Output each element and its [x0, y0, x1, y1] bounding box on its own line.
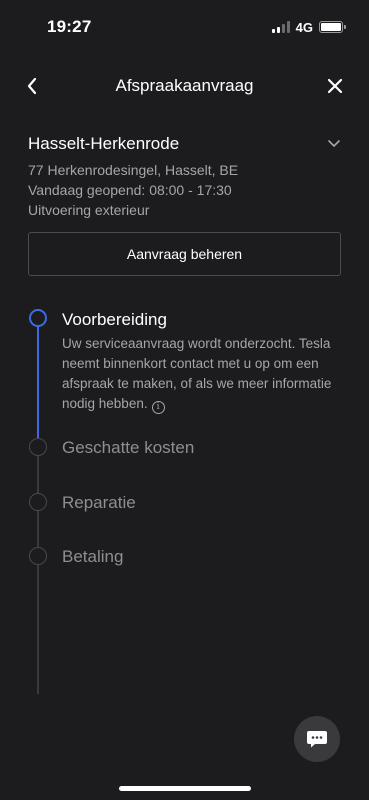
timeline-step-payment: Betaling — [0, 547, 369, 571]
close-button[interactable] — [321, 72, 349, 100]
step-indicator — [29, 547, 47, 565]
chevron-down-icon[interactable] — [326, 136, 342, 152]
timeline-step-repair: Reparatie — [0, 493, 369, 517]
network-label: 4G — [295, 19, 313, 35]
chat-button[interactable] — [294, 716, 340, 762]
chat-icon — [307, 731, 327, 748]
status-bar: 19:27 4G — [0, 0, 369, 54]
step-indicator — [29, 493, 47, 511]
back-button[interactable] — [18, 72, 46, 100]
header: Afspraakaanvraag — [0, 64, 369, 108]
step-title: Voorbereiding — [62, 310, 167, 329]
home-indicator[interactable] — [119, 786, 251, 791]
manage-request-button[interactable]: Aanvraag beheren — [28, 232, 341, 276]
back-icon — [27, 77, 37, 95]
signal-icon — [271, 21, 290, 33]
step-title: Geschatte kosten — [62, 438, 195, 457]
service-center-address: 77 Herkenrodesingel, Hasselt, BE — [28, 162, 239, 178]
service-type: Uitvoering exterieur — [28, 202, 150, 218]
page-title: Afspraakaanvraag — [115, 76, 254, 95]
step-indicator-active — [29, 309, 47, 327]
opening-hours: Vandaag geopend: 08:00 - 17:30 — [28, 182, 232, 198]
info-icon[interactable]: i — [151, 400, 165, 414]
step-description-text: Uw serviceaanvraag wordt onderzocht. Tes… — [62, 336, 332, 411]
service-center-name: Hasselt-Herkenrode — [28, 134, 180, 153]
timeline-step-preparation: Voorbereiding Uw serviceaanvraag wordt o… — [0, 308, 369, 428]
service-center-info: Hasselt-Herkenrode 77 Herkenrodesingel, … — [28, 134, 342, 220]
status-time: 19:27 — [47, 17, 92, 36]
battery-icon — [319, 21, 346, 33]
status-indicators: 4G — [271, 19, 346, 35]
close-icon — [327, 78, 343, 94]
step-title: Reparatie — [62, 493, 136, 512]
step-description: Uw serviceaanvraag wordt onderzocht. Tes… — [62, 334, 342, 414]
timeline-connector — [37, 448, 39, 694]
step-indicator — [29, 438, 47, 456]
step-title: Betaling — [62, 547, 124, 566]
timeline-step-estimate: Geschatte kosten — [0, 438, 369, 462]
